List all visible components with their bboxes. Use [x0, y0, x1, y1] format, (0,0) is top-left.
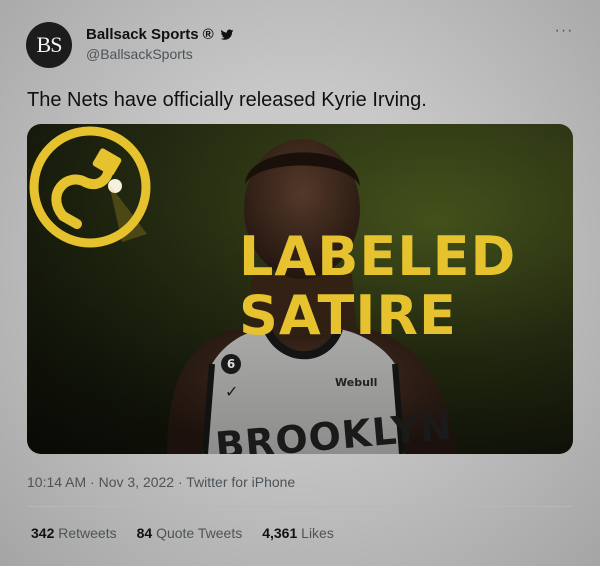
jersey-brand: Webull: [335, 376, 378, 389]
tweet-header: BS Ballsack Sports ® @BallsackSports ···: [26, 20, 574, 72]
like-count: 4,361: [262, 525, 298, 541]
tweet-stats: 342 Retweets 84 Quote Tweets 4,361 Likes: [31, 525, 334, 541]
quote-tweet-count: 84: [136, 525, 153, 541]
avatar-initials: BS: [36, 32, 63, 57]
jersey-number: 6: [221, 354, 241, 374]
twitter-bird-icon: [220, 28, 234, 40]
quote-tweet-label: Quote Tweets: [156, 525, 243, 541]
stat-quote-tweets[interactable]: 84 Quote Tweets: [137, 525, 243, 541]
stat-likes[interactable]: 4,361 Likes: [262, 525, 334, 541]
avatar[interactable]: BS: [26, 22, 72, 68]
like-label: Likes: [301, 525, 334, 541]
more-options-icon[interactable]: ···: [554, 23, 574, 40]
tweet-timestamp[interactable]: 10:14 AM · Nov 3, 2022 · Twitter for iPh…: [27, 474, 295, 490]
satire-badge-icon: [29, 126, 151, 248]
account-handle[interactable]: @BallsackSports: [86, 46, 193, 62]
stat-retweets[interactable]: 342 Retweets: [31, 525, 117, 541]
retweet-label: Retweets: [58, 525, 117, 541]
tweet-text: The Nets have officially released Kyrie …: [27, 89, 427, 111]
name-line: Ballsack Sports ®: [86, 26, 234, 43]
tweet-media[interactable]: 6 ✓ Webull BROOKLYN LABELED SATIRE: [27, 124, 573, 454]
jersey-swoosh-icon: ✓: [225, 384, 239, 401]
satire-label-line2: SATIRE: [239, 284, 457, 347]
retweet-count: 342: [31, 525, 55, 541]
divider: [27, 506, 573, 507]
display-name[interactable]: Ballsack Sports: [86, 26, 199, 43]
registered-mark: ®: [202, 26, 214, 43]
satire-label-line1: LABELED: [239, 225, 517, 288]
